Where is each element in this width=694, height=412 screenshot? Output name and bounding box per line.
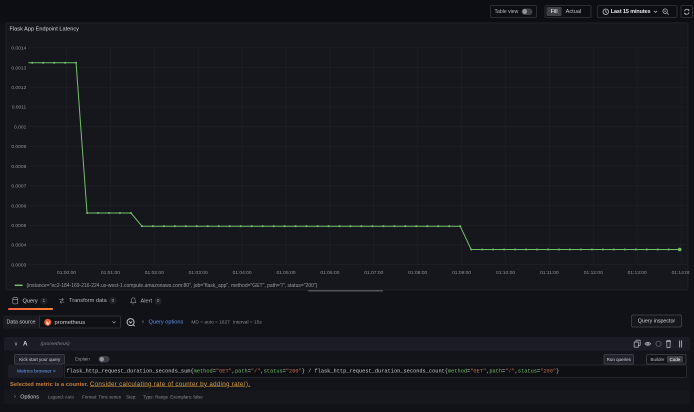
svg-text:01:13:00: 01:13:00 [628,270,647,276]
svg-text:01:08:00: 01:08:00 [408,270,427,276]
svg-text:01:10:00: 01:10:00 [496,270,515,276]
svg-text:01:09:00: 01:09:00 [452,270,471,276]
svg-text:0.0007: 0.0007 [11,184,26,190]
svg-text:{instance="ec2-184-169-216-224: {instance="ec2-184-169-216-224.us-west-1… [27,283,318,289]
svg-text:01:02:00: 01:02:00 [145,270,164,276]
svg-text:01:07:00: 01:07:00 [364,270,383,276]
svg-text:01:03:00: 01:03:00 [189,270,208,276]
svg-text:0.0003: 0.0003 [11,262,26,268]
svg-text:01:11:00: 01:11:00 [540,270,559,276]
svg-text:0.0011: 0.0011 [12,105,27,111]
svg-text:0.0009: 0.0009 [11,144,26,150]
svg-text:0.0013: 0.0013 [11,65,26,71]
svg-text:0.0005: 0.0005 [11,223,26,229]
svg-text:0.0006: 0.0006 [11,203,26,209]
svg-text:0.0014: 0.0014 [11,46,26,52]
svg-text:01:01:00: 01:01:00 [101,270,120,276]
svg-text:01:12:00: 01:12:00 [584,270,603,276]
svg-text:01:04:00: 01:04:00 [233,270,252,276]
svg-text:01:06:00: 01:06:00 [320,270,339,276]
svg-text:0.001: 0.001 [14,124,27,130]
svg-text:01:05:00: 01:05:00 [276,270,295,276]
svg-text:01:14:00: 01:14:00 [672,270,690,276]
svg-text:0.0012: 0.0012 [11,85,26,91]
svg-text:01:00:00: 01:00:00 [57,270,76,276]
svg-text:0.0008: 0.0008 [11,164,26,170]
svg-text:0.0004: 0.0004 [11,243,26,249]
